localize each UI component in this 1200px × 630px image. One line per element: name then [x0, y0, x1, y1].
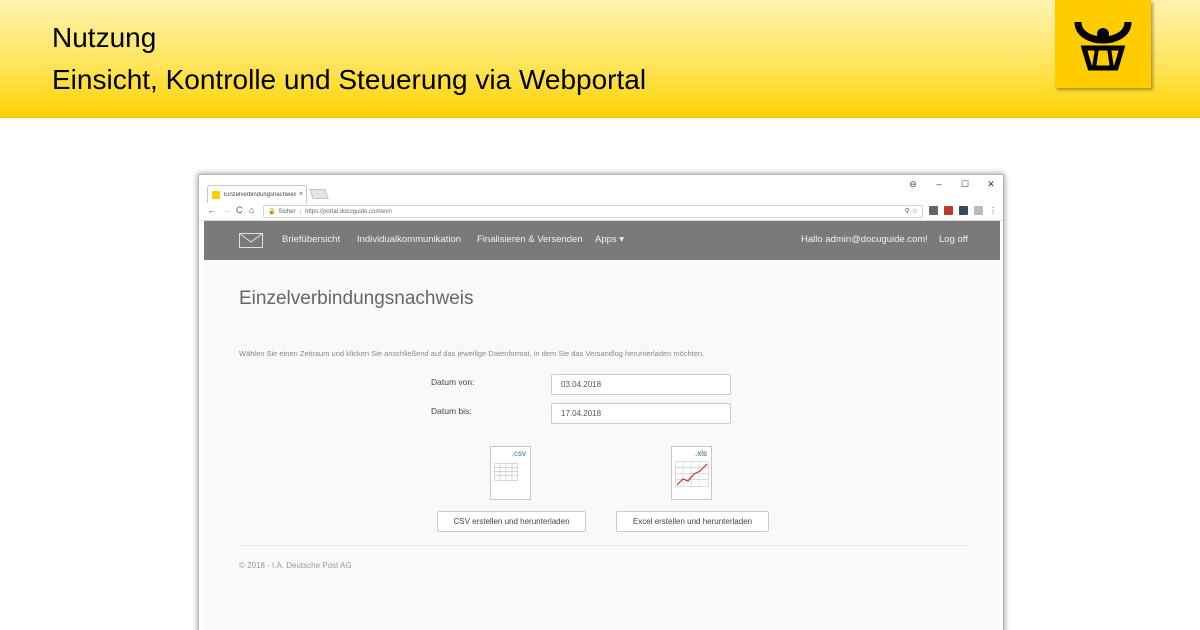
date-from-label: Datum von:	[431, 377, 475, 387]
lock-icon: 🔒	[268, 209, 276, 215]
envelope-icon[interactable]	[239, 233, 263, 248]
slide-subtitle: Einsicht, Kontrolle und Steuerung via We…	[52, 64, 647, 95]
date-to-label: Datum bis:	[431, 406, 472, 416]
minimize-icon[interactable]: –	[933, 179, 945, 190]
maximize-icon[interactable]: ☐	[959, 179, 971, 190]
post-horn-icon	[1074, 21, 1132, 71]
deutsche-post-logo	[1055, 0, 1151, 88]
tab-bar: Einzelverbindungsnachweis × ⊖ – ☐ ✕	[199, 175, 1003, 203]
logoff-link[interactable]: Log off	[939, 234, 968, 245]
date-from-input[interactable]	[551, 374, 731, 395]
xls-file-icon[interactable]: .xls	[671, 446, 712, 500]
separator: |	[299, 208, 302, 215]
close-window-icon[interactable]: ✕	[985, 179, 997, 190]
footer-divider	[239, 545, 969, 546]
xls-extension-label: .xls	[695, 449, 707, 458]
nav-finalisieren-versenden[interactable]: Finalisieren & Versenden	[477, 234, 583, 245]
profile-icon[interactable]: ⊖	[907, 179, 919, 190]
slide-header: Nutzung Einsicht, Kontrolle und Steuerun…	[0, 0, 1200, 118]
extension-icon[interactable]	[959, 206, 968, 215]
browser-tab[interactable]: Einzelverbindungsnachweis ×	[207, 185, 307, 203]
new-tab-button[interactable]	[309, 189, 329, 199]
csv-file-icon[interactable]: .csv	[490, 446, 531, 500]
nav-briefuebersicht[interactable]: Briefübersicht	[282, 234, 340, 245]
back-icon[interactable]: ←	[207, 205, 216, 215]
date-to-input[interactable]	[551, 403, 731, 424]
user-greeting[interactable]: Hallo admin@docuguide.com!	[801, 234, 928, 245]
footer-copyright: © 2018 - I.A. Deutsche Post AG	[239, 561, 352, 570]
csv-download-button[interactable]: CSV erstellen und herunterladen	[437, 511, 586, 532]
extension-icon[interactable]	[974, 206, 983, 215]
nav-apps-dropdown[interactable]: Apps ▾	[595, 234, 624, 245]
xls-chart-icon	[675, 461, 709, 487]
address-bar[interactable]: 🔒 Sicher | https://portal.docuguide.com/…	[263, 205, 923, 218]
tab-close-icon[interactable]: ×	[296, 191, 306, 198]
secure-label: Sicher	[278, 208, 296, 215]
url-text: https://portal.docuguide.com/evn	[305, 208, 392, 215]
forward-icon[interactable]: →	[221, 205, 230, 215]
extension-icons: ⋮	[929, 206, 997, 215]
browser-window: Einzelverbindungsnachweis × ⊖ – ☐ ✕ ← → …	[198, 174, 1004, 630]
page-title: Einzelverbindungsnachweis	[239, 288, 474, 309]
slide-title: Nutzung	[52, 22, 157, 53]
menu-dots-icon[interactable]: ⋮	[989, 206, 997, 215]
tab-title: Einzelverbindungsnachweis	[224, 191, 296, 198]
extension-icon[interactable]	[929, 206, 938, 215]
home-icon[interactable]: ⌂	[249, 205, 254, 215]
address-bar-row: ← → C ⌂ 🔒 Sicher | https://portal.docugu…	[199, 203, 1003, 221]
window-controls: ⊖ – ☐ ✕	[907, 179, 997, 190]
page-content: Einzelverbindungsnachweis Wählen Sie ein…	[204, 260, 1000, 630]
reload-icon[interactable]: C	[236, 205, 243, 215]
favicon-icon	[212, 190, 220, 199]
intro-text: Wählen Sie einen Zeitraum und klicken Si…	[239, 349, 705, 358]
nav-individualkommunikation[interactable]: Individualkommunikation	[357, 234, 461, 245]
pdf-extension-icon[interactable]	[944, 206, 953, 215]
zoom-star-icons: ⚲ ☆	[904, 208, 918, 215]
csv-extension-label: .csv	[511, 449, 526, 458]
csv-grid-icon	[494, 463, 518, 481]
excel-download-button[interactable]: Excel erstellen und herunterladen	[616, 511, 769, 532]
app-navbar: Briefübersicht Individualkommunikation F…	[204, 221, 1000, 260]
